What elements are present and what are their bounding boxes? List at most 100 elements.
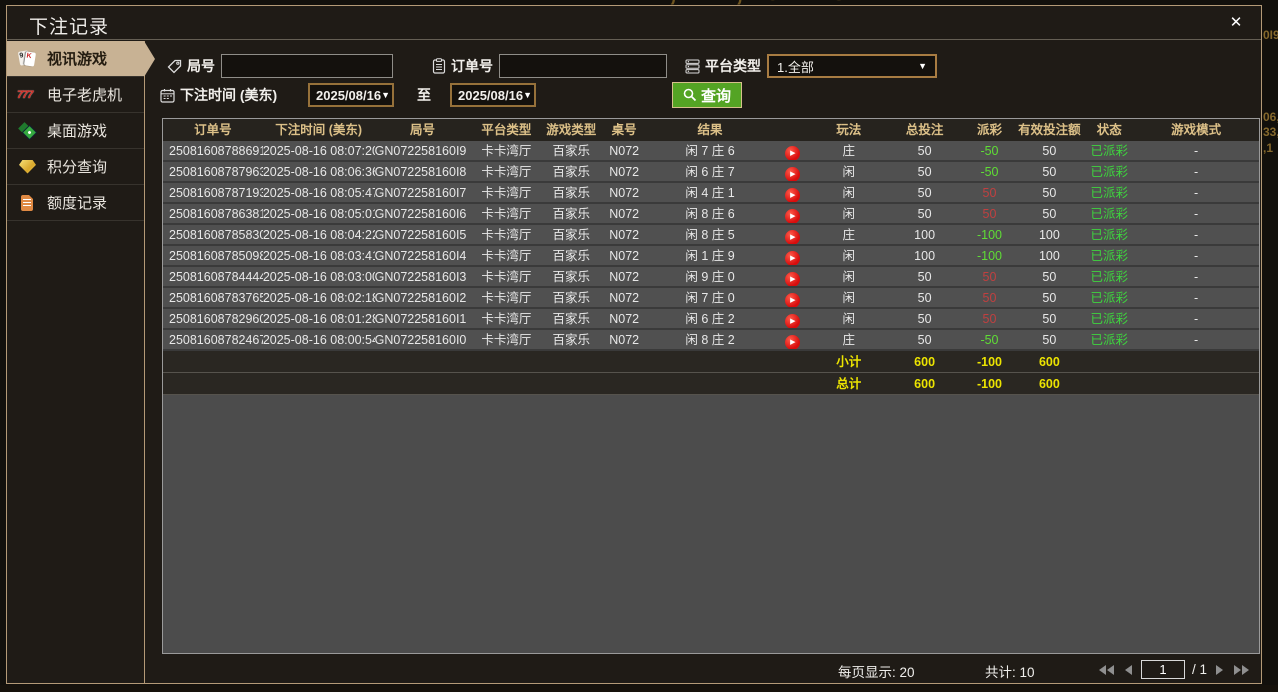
play-video-icon[interactable]: ▶ (785, 293, 801, 307)
platform-type-select[interactable]: 1.全部 ▼ (767, 54, 937, 78)
cell-play: ▶ (771, 162, 814, 183)
cell-payout: 50 (965, 288, 1014, 309)
table-row: 2508160878869192025-08-16 08:07:20GN0722… (163, 141, 1259, 162)
cell-mode: - (1133, 162, 1259, 183)
cell-round: GN072258160I1 (374, 309, 471, 330)
column-header (771, 119, 814, 141)
play-video-icon[interactable]: ▶ (785, 230, 801, 244)
cell-time: 2025-08-16 08:03:41 (262, 246, 375, 267)
cell-playtype: 闲 (813, 162, 884, 183)
cell-platform: 卡卡湾厅 (470, 246, 543, 267)
column-header: 下注时间 (美东) (262, 119, 375, 141)
cell-round: GN072258160I5 (374, 225, 471, 246)
cell-total_bet: 50 (883, 141, 966, 162)
play-video-icon[interactable]: ▶ (785, 188, 801, 202)
cell-mode (1133, 351, 1259, 373)
sidebar-item-slots[interactable]: 777 电子老虎机 (7, 77, 144, 113)
date-to-select[interactable]: 2025/08/16 ▼ (450, 83, 536, 107)
cell-table (600, 373, 649, 395)
platform-type-label: 平台类型 (685, 56, 761, 76)
records-table: 订单号 下注时间 (美东) 局号 平台类型 游戏类型 桌号 结果 玩法 总投注 派彩 有效投注额 状态… (162, 118, 1260, 654)
cell-order: 250816087829607 (163, 309, 263, 330)
play-video-icon[interactable]: ▶ (785, 167, 801, 181)
cell-result: 闲 7 庄 6 (648, 141, 772, 162)
cell-playtype: 庄 (813, 141, 884, 162)
column-header: 总投注 (883, 119, 966, 141)
play-video-icon[interactable]: ▶ (785, 251, 801, 265)
cell-playtype: 总计 (813, 373, 884, 395)
round-number-label: 局号 (167, 56, 215, 76)
play-video-icon[interactable]: ▶ (785, 314, 801, 328)
cell-total_bet: 50 (883, 267, 966, 288)
cell-table (600, 351, 649, 373)
dialog-titlebar: 下注记录 ✕ (7, 6, 1261, 40)
background-bottom-strip (0, 685, 1278, 692)
cell-total_bet: 50 (883, 309, 966, 330)
sidebar-item-live-games[interactable]: 9K 视讯游戏 (7, 41, 155, 77)
sidebar-item-table-games[interactable]: 桌面游戏 (7, 113, 144, 149)
cell-platform: 卡卡湾厅 (470, 162, 543, 183)
order-number-input[interactable] (499, 54, 667, 78)
cell-play: ▶ (771, 183, 814, 204)
cell-status (1085, 373, 1134, 395)
to-label: 至 (417, 87, 431, 103)
sidebar-item-label: 额度记录 (47, 195, 108, 212)
play-video-icon[interactable]: ▶ (785, 146, 801, 160)
cell-round: GN072258160I7 (374, 183, 471, 204)
cell-total_bet: 50 (883, 330, 966, 351)
cell-game (542, 373, 601, 395)
cell-total_bet: 100 (883, 246, 966, 267)
cell-total_bet: 50 (883, 183, 966, 204)
cell-payout: -50 (965, 162, 1014, 183)
query-button[interactable]: 查询 (672, 82, 743, 108)
sidebar-item-credit-records[interactable]: 额度记录 (7, 185, 144, 221)
cell-playtype: 闲 (813, 267, 884, 288)
sidebar-item-points-query[interactable]: 积分查询 (7, 149, 144, 185)
cell-mode: - (1133, 183, 1259, 204)
page-total-label: / 1 (1192, 662, 1208, 677)
cell-valid_bet: 50 (1013, 330, 1086, 351)
next-page-button[interactable] (1214, 663, 1225, 677)
cell-mode: - (1133, 246, 1259, 267)
cell-status (1085, 351, 1134, 373)
cell-valid_bet: 50 (1013, 288, 1086, 309)
column-header: 游戏模式 (1133, 119, 1259, 141)
cell-order: 250816087858300 (163, 225, 263, 246)
cell-play: ▶ (771, 246, 814, 267)
prev-page-button[interactable] (1123, 663, 1134, 677)
cell-table: N072 (600, 246, 649, 267)
cell-playtype: 庄 (813, 225, 884, 246)
cell-time: 2025-08-16 08:05:47 (262, 183, 375, 204)
column-header: 有效投注额 (1013, 119, 1086, 141)
play-video-icon[interactable]: ▶ (785, 272, 801, 286)
sidebar-item-label: 积分查询 (47, 159, 108, 176)
last-page-button[interactable] (1232, 663, 1251, 677)
date-from-select[interactable]: 2025/08/16 ▼ (308, 83, 394, 107)
play-video-icon[interactable]: ▶ (785, 209, 801, 223)
page-number-input[interactable] (1141, 660, 1185, 679)
close-icon[interactable]: ✕ (1225, 12, 1247, 34)
cell-play (771, 373, 814, 395)
date-from-value: 2025/08/16 (316, 87, 382, 103)
cell-order: 250816087837653 (163, 288, 263, 309)
cell-status: 已派彩 (1085, 225, 1134, 246)
cell-playtype: 庄 (813, 330, 884, 351)
first-page-button[interactable] (1097, 663, 1116, 677)
clipboard-icon (432, 58, 446, 74)
cell-table: N072 (600, 330, 649, 351)
cell-status: 已派彩 (1085, 309, 1134, 330)
play-video-icon[interactable]: ▶ (785, 335, 801, 349)
background-text-fragment: 33, (1263, 125, 1278, 139)
cell-total_bet: 600 (883, 351, 966, 373)
cell-order (163, 351, 263, 373)
betting-records-dialog: 下注记录 ✕ 9K 视讯游戏 777 电子老虎机 桌面游戏 积分查询 额度记录 … (6, 5, 1262, 684)
column-header: 游戏类型 (542, 119, 601, 141)
background-text-fragment: 06, (1263, 110, 1278, 124)
cell-status: 已派彩 (1085, 288, 1134, 309)
round-number-input[interactable] (221, 54, 393, 78)
cell-table: N072 (600, 162, 649, 183)
cell-time: 2025-08-16 08:07:20 (262, 141, 375, 162)
cell-payout: 50 (965, 267, 1014, 288)
cell-status: 已派彩 (1085, 246, 1134, 267)
gem-icon (17, 157, 39, 177)
